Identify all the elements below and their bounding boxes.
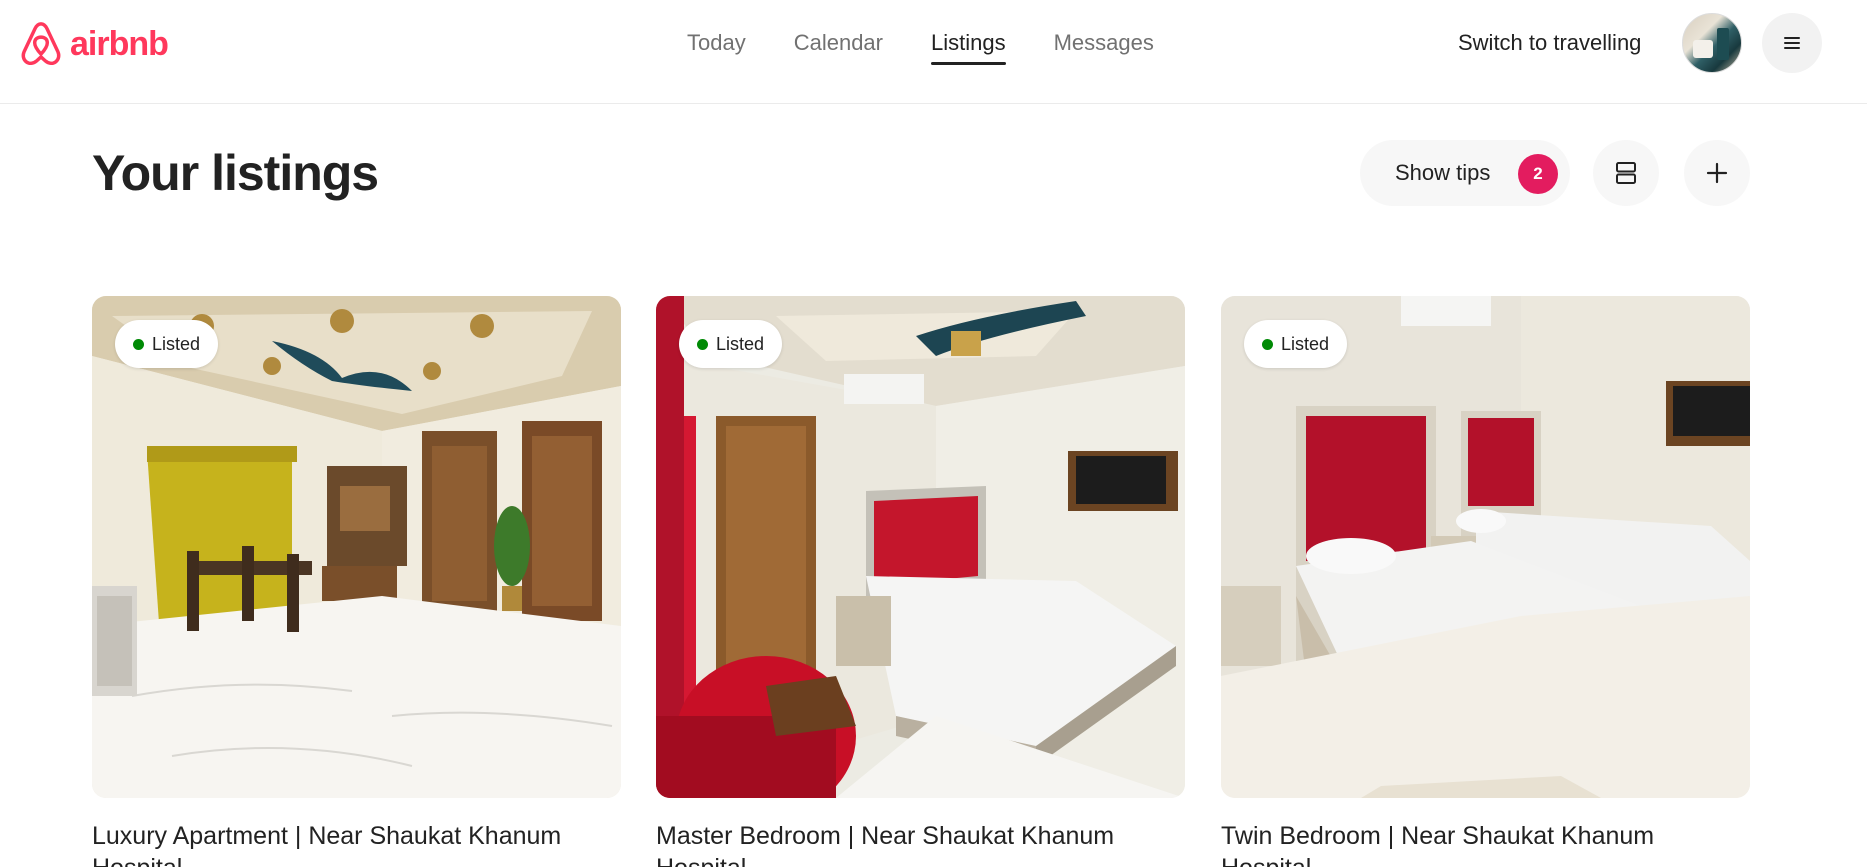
airbnb-logo-icon xyxy=(21,22,61,66)
avatar-photo-detail xyxy=(1693,40,1713,58)
switch-to-travelling-link[interactable]: Switch to travelling xyxy=(1458,28,1641,58)
listing-status-badge: Listed xyxy=(115,320,219,368)
listing-title: Master Bedroom | Near Shaukat Khanum Hos… xyxy=(656,822,1115,867)
tips-count-badge: 2 xyxy=(1518,154,1558,194)
nav-calendar[interactable]: Calendar xyxy=(794,28,883,68)
show-tips-label: Show tips xyxy=(1395,160,1491,185)
avatar-photo-detail xyxy=(1717,28,1729,60)
twin-bedroom-photo-image xyxy=(1221,296,1750,798)
main-nav: Today Calendar Listings Messages xyxy=(687,28,1154,68)
brand-name: airbnb xyxy=(70,24,169,63)
change-layout-button[interactable] xyxy=(1593,140,1659,206)
airbnb-logo[interactable]: airbnb xyxy=(18,18,169,70)
listed-status-dot-icon xyxy=(133,338,144,350)
add-listing-button[interactable] xyxy=(1684,140,1750,206)
listing-photo: Listed xyxy=(1221,296,1750,798)
page-title: Your listings xyxy=(92,145,379,201)
show-tips-button[interactable]: Show tips 2 xyxy=(1360,140,1570,206)
listed-status-dot-icon xyxy=(697,338,708,350)
nav-messages[interactable]: Messages xyxy=(1054,28,1154,68)
main-menu-button[interactable] xyxy=(1762,13,1822,73)
top-navbar: airbnb Today Calendar Listings Messages … xyxy=(0,0,1867,104)
master-bedroom-photo-image xyxy=(656,296,1185,798)
listing-status-badge: Listed xyxy=(679,320,783,368)
listing-title: Luxury Apartment | Near Shaukat Khanum H… xyxy=(92,822,562,867)
listing-status-badge: Listed xyxy=(1244,320,1348,368)
view-layout-icon xyxy=(1616,162,1636,184)
hamburger-menu-icon xyxy=(1784,37,1800,49)
listed-status-dot-icon xyxy=(1262,338,1273,350)
listing-card[interactable]: Listed Twin Bedroom | Near Shaukat Khanu… xyxy=(1221,296,1750,867)
nav-today[interactable]: Today xyxy=(687,28,746,68)
listing-status-label: Listed xyxy=(716,333,765,354)
listing-photo: Listed xyxy=(656,296,1185,798)
listing-card[interactable]: Listed Luxury Apartment | Near Shaukat K… xyxy=(92,296,621,867)
apartment-photo-image xyxy=(92,296,621,798)
listing-status-label: Listed xyxy=(1281,333,1330,354)
listing-photo: Listed xyxy=(92,296,621,798)
nav-listings[interactable]: Listings xyxy=(931,28,1006,68)
listing-card[interactable]: Listed Master Bedroom | Near Shaukat Kha… xyxy=(656,296,1185,867)
listing-title: Twin Bedroom | Near Shaukat Khanum Hospi… xyxy=(1221,822,1655,867)
listing-status-label: Listed xyxy=(152,333,201,354)
plus-icon xyxy=(1706,162,1728,184)
user-avatar[interactable] xyxy=(1682,13,1742,73)
